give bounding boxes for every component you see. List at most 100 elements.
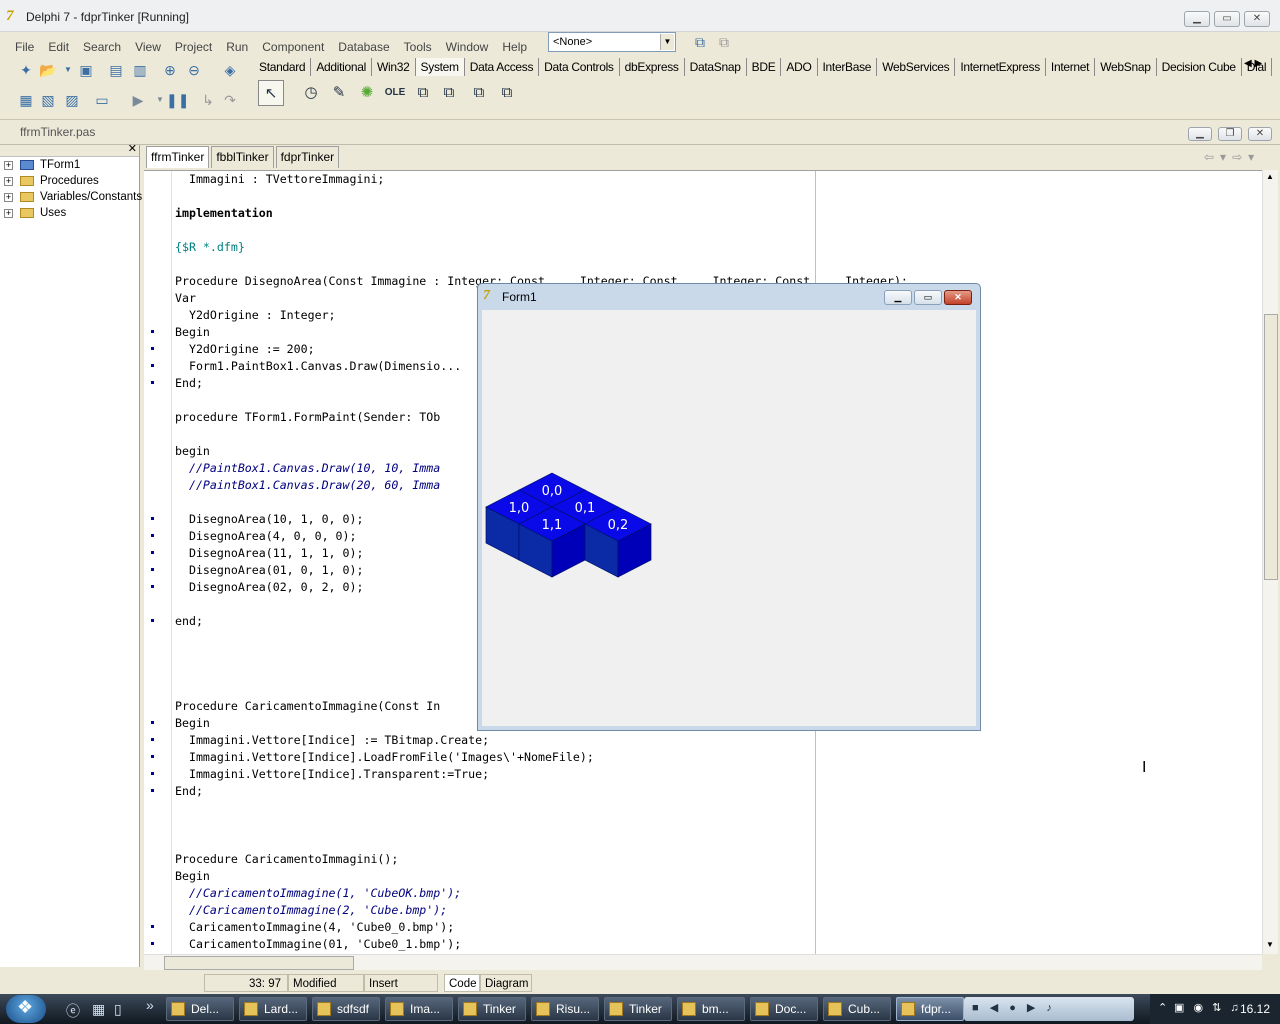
menu-edit[interactable]: Edit: [41, 36, 76, 58]
timer-icon[interactable]: ◷: [298, 80, 324, 106]
close-icon[interactable]: ✕: [128, 142, 137, 155]
ie-icon[interactable]: ⓔ: [66, 1001, 80, 1021]
editor-close-button[interactable]: ✕: [1248, 127, 1272, 141]
menu-window[interactable]: Window: [439, 36, 496, 58]
palette-tab-dbexpress[interactable]: dbExpress: [620, 58, 685, 76]
form1-title-bar[interactable]: 7 Form1 ▁ ▭ ✕: [478, 284, 980, 308]
save-desktop-icon[interactable]: ⧉: [690, 32, 710, 52]
pause-icon[interactable]: ❚❚: [166, 90, 189, 110]
tab-fdprtinker[interactable]: fdprTinker: [275, 146, 340, 168]
taskbar-button[interactable]: bm...: [677, 997, 745, 1021]
explorer-node[interactable]: + Procedures: [0, 173, 139, 189]
pointer-icon[interactable]: ↖: [258, 80, 284, 106]
new-icon[interactable]: ✦: [16, 60, 36, 80]
palette-tab-standard[interactable]: Standard: [254, 58, 312, 76]
palette-tab-data-controls[interactable]: Data Controls: [539, 58, 620, 76]
save-all-icon[interactable]: ▤: [106, 60, 126, 80]
tray-expand-icon[interactable]: ⌃: [1158, 1001, 1167, 1014]
form1-minimize-button[interactable]: ▁: [884, 290, 912, 305]
taskbar-button[interactable]: fdpr...: [896, 997, 964, 1021]
navigation-arrows[interactable]: ⇦▾⇨▾: [1204, 150, 1260, 164]
ddeclientconv-icon[interactable]: ⧉: [410, 80, 436, 106]
explorer-icon[interactable]: ▦: [92, 1001, 105, 1018]
expand-icon[interactable]: +: [4, 161, 13, 170]
code-line[interactable]: Immagini : TVettoreImmagini;: [144, 171, 1262, 188]
taskbar-button[interactable]: Tinker: [458, 997, 526, 1021]
taskbar-button[interactable]: Lard...: [239, 997, 307, 1021]
code-line[interactable]: Immagini.Vettore[Indice].Transparent:=Tr…: [144, 766, 1262, 783]
palette-tab-websnap[interactable]: WebSnap: [1095, 58, 1157, 76]
open-project-icon[interactable]: ▥: [130, 60, 150, 80]
code-line[interactable]: CaricamentoImmagine(4, 'Cube0_0.bmp');: [144, 919, 1262, 936]
explorer-node[interactable]: + TForm1: [0, 157, 139, 173]
code-line[interactable]: [144, 817, 1262, 834]
editor-restore-button[interactable]: ❐: [1218, 127, 1242, 141]
palette-tab-win32[interactable]: Win32: [372, 58, 416, 76]
menu-run[interactable]: Run: [219, 36, 255, 58]
palette-tab-bde[interactable]: BDE: [747, 58, 782, 76]
palette-tab-internetexpress[interactable]: InternetExpress: [955, 58, 1046, 76]
taskbar-button[interactable]: Ima...: [385, 997, 453, 1021]
menu-component[interactable]: Component: [255, 36, 331, 58]
menu-tools[interactable]: Tools: [397, 36, 439, 58]
show-desktop-icon[interactable]: ▯: [114, 1001, 122, 1018]
code-line[interactable]: [144, 188, 1262, 205]
taskbar-button[interactable]: Del...: [166, 997, 234, 1021]
code-line[interactable]: {$R *.dfm}: [144, 239, 1262, 256]
toggle-form-unit-icon[interactable]: ▨: [62, 90, 82, 110]
chevron-down-icon[interactable]: ▼: [660, 34, 674, 50]
tab-fbbltinker[interactable]: fbblTinker: [211, 146, 274, 168]
horizontal-scrollbar[interactable]: [144, 954, 1262, 970]
vertical-scrollbar[interactable]: ▲ ▼: [1262, 170, 1278, 954]
ddeserverconv-icon[interactable]: ⧉: [466, 80, 492, 106]
help-icon[interactable]: ◈: [220, 60, 240, 80]
palette-tab-additional[interactable]: Additional: [311, 58, 373, 76]
scroll-down-icon[interactable]: ▼: [1266, 940, 1274, 949]
paintbox-icon[interactable]: ✎: [326, 80, 352, 106]
quicklaunch-more-icon[interactable]: »: [146, 997, 154, 1013]
palette-tab-system[interactable]: System: [415, 58, 465, 76]
debug-desktop-icon[interactable]: ⧉: [714, 32, 734, 52]
media-player-controls[interactable]: ■ ◀ ● ▶ ♪: [964, 997, 1134, 1021]
view-form-icon[interactable]: ▧: [38, 90, 58, 110]
palette-scroll-arrows[interactable]: ◀ ▶: [1244, 58, 1262, 69]
form1-close-button[interactable]: ✕: [944, 290, 972, 305]
code-line[interactable]: [144, 256, 1262, 273]
vertical-scroll-thumb[interactable]: [1264, 314, 1278, 580]
step-over-icon[interactable]: ↷: [220, 90, 240, 110]
palette-tab-internet[interactable]: Internet: [1046, 58, 1096, 76]
menu-view[interactable]: View: [128, 36, 168, 58]
tab-diagram[interactable]: Diagram: [480, 974, 532, 992]
run-icon[interactable]: ▶: [128, 90, 148, 110]
palette-tab-decision-cube[interactable]: Decision Cube: [1157, 58, 1242, 76]
trace-into-icon[interactable]: ↳: [198, 90, 218, 110]
code-line[interactable]: Procedure CaricamentoImmagini();: [144, 851, 1262, 868]
code-line[interactable]: CaricamentoImmagine(01, 'Cube0_1.bmp');: [144, 936, 1262, 953]
taskbar-button[interactable]: Cub...: [823, 997, 891, 1021]
explorer-node[interactable]: + Variables/Constants: [0, 189, 142, 205]
menu-database[interactable]: Database: [331, 36, 396, 58]
palette-tab-datasnap[interactable]: DataSnap: [685, 58, 747, 76]
menu-search[interactable]: Search: [76, 36, 128, 58]
remove-file-icon[interactable]: ⊖: [184, 60, 204, 80]
code-line[interactable]: //CaricamentoImmagine(1, 'CubeOK.bmp');: [144, 885, 1262, 902]
code-line[interactable]: [144, 800, 1262, 817]
taskbar-button[interactable]: sdfsdf: [312, 997, 380, 1021]
palette-tab-interbase[interactable]: InterBase: [818, 58, 878, 76]
view-unit-icon[interactable]: ▦: [16, 90, 36, 110]
code-line[interactable]: End;: [144, 783, 1262, 800]
save-icon[interactable]: ▣: [76, 60, 96, 80]
editor-minimize-button[interactable]: ▁: [1188, 127, 1212, 141]
code-line[interactable]: [144, 222, 1262, 239]
close-button[interactable]: ✕: [1244, 11, 1270, 27]
expand-icon[interactable]: +: [4, 193, 13, 202]
expand-icon[interactable]: +: [4, 177, 13, 186]
tab-ffrmtinker[interactable]: ffrmTinker: [146, 146, 210, 168]
code-line[interactable]: [144, 834, 1262, 851]
maximize-button[interactable]: ▭: [1214, 11, 1240, 27]
menu-file[interactable]: File: [8, 36, 41, 58]
expand-icon[interactable]: +: [4, 209, 13, 218]
palette-tab-ado[interactable]: ADO: [781, 58, 818, 76]
taskbar-button[interactable]: Risu...: [531, 997, 599, 1021]
desktop-combo[interactable]: <None> ▼: [548, 32, 676, 52]
